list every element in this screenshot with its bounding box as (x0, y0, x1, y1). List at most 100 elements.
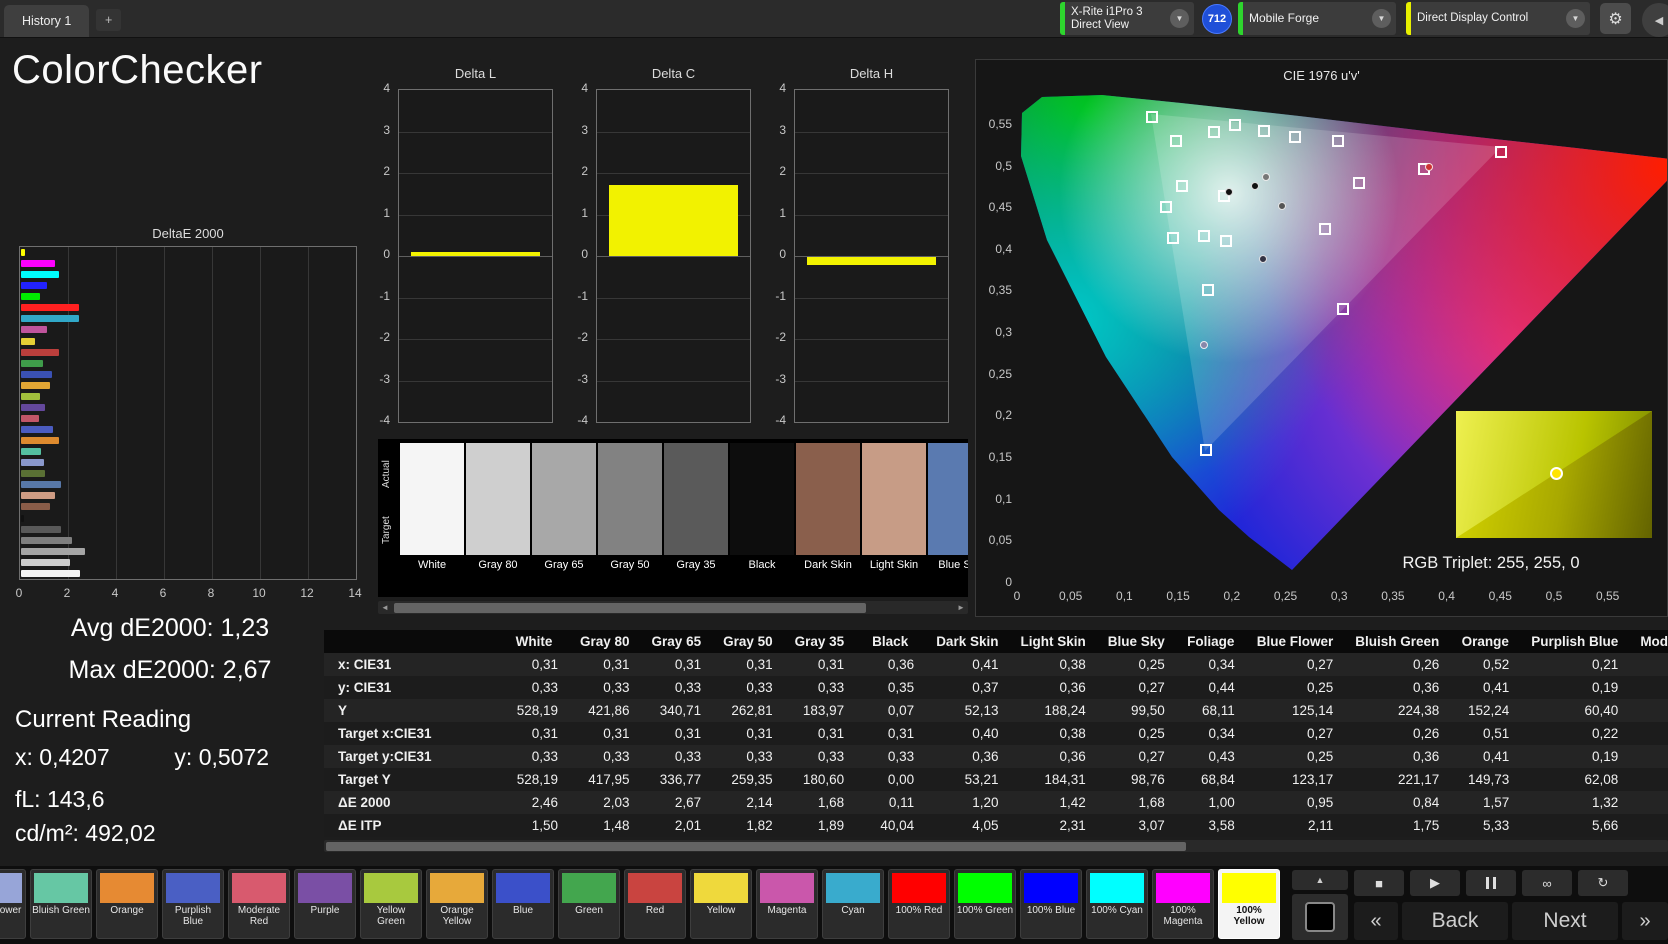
chevron-down-icon[interactable]: ▼ (1170, 9, 1189, 28)
patch-button[interactable]: 100% Blue (1020, 869, 1082, 939)
swatch-color (400, 443, 464, 555)
delta-h-title: Delta H (849, 66, 894, 81)
table-cell: 1,42 (1059, 795, 1086, 810)
current-cdm2: cd/m²: 492,02 (15, 820, 156, 846)
patch-button[interactable]: Yellow (690, 869, 752, 939)
table-cell: 528,19 (516, 703, 558, 718)
swatch-color (796, 443, 860, 555)
swatch-item: Dark Skin (796, 443, 860, 575)
chevron-down-icon[interactable]: ▼ (1372, 9, 1391, 28)
table-cell: 1,82 (746, 818, 773, 833)
table-cell: 3,07 (1138, 818, 1165, 833)
gridline (597, 256, 750, 257)
table-cell: 98,64 (1629, 768, 1668, 791)
patch-button[interactable]: Green (558, 869, 620, 939)
deltae-bar (21, 481, 62, 489)
table-cell: 0,25 (1138, 657, 1165, 672)
y-tick-label: 0,3 (995, 325, 1012, 340)
table-cell: 1,89 (817, 818, 845, 833)
deltae-bar (21, 558, 70, 566)
column-header: Bluish Green (1344, 630, 1451, 653)
delta-c-title: Delta C (651, 66, 696, 81)
y-tick-label: 0,35 (988, 283, 1012, 298)
settings-button[interactable]: ⚙ (1600, 3, 1631, 34)
workflow-dropdown[interactable]: Mobile Forge ▼ (1238, 2, 1396, 35)
patch-button[interactable]: 100% Red (888, 869, 950, 939)
patch-label: Red (645, 905, 665, 916)
chevron-down-icon[interactable]: ▼ (1566, 9, 1585, 28)
scrollbar-thumb[interactable] (326, 841, 1186, 851)
patch-button[interactable]: 100% Cyan (1086, 869, 1148, 939)
expand-patch-list-button[interactable]: ▲ (1292, 870, 1348, 890)
play-button[interactable]: ▶ (1410, 870, 1460, 896)
measurement-count-badge[interactable]: 712 (1202, 4, 1232, 34)
meter-dropdown[interactable]: X-Rite i1Pro 3 Direct View ▼ (1060, 2, 1194, 35)
table-cell: 5,66 (1592, 818, 1619, 833)
swatch-scrollbar[interactable]: ◄ ► (378, 601, 968, 614)
pause-button[interactable] (1466, 870, 1516, 896)
workflow-label: Mobile Forge (1249, 12, 1320, 25)
patch-color (1024, 873, 1078, 903)
y-tick-label: 0,25 (988, 366, 1012, 381)
patch-button[interactable]: Magenta (756, 869, 818, 939)
table-row: Target Y 528,19 417,95 336,77 259,35 180,60 0,… (324, 768, 1668, 791)
patch-button[interactable]: Bluish Green (30, 869, 92, 939)
table-cell: 0,41 (972, 657, 999, 672)
table-cell: 0,07 (887, 703, 915, 718)
table-cell: 0,27 (1306, 726, 1334, 741)
table-cell: 3,03 (1629, 814, 1668, 837)
display-control-dropdown[interactable]: Direct Display Control ▼ (1406, 2, 1590, 35)
patch-button[interactable]: Purple (294, 869, 356, 939)
patch-button[interactable]: 100% Magenta (1152, 869, 1214, 939)
scroll-right-icon[interactable]: ► (954, 601, 968, 614)
back-button[interactable]: Back (1402, 902, 1508, 940)
patch-button[interactable]: Orange Yellow (426, 869, 488, 939)
repeat-button[interactable]: ↻ (1578, 870, 1628, 896)
pattern-window-button[interactable] (1292, 894, 1348, 940)
deltae-bar (21, 514, 24, 522)
forward-button[interactable]: » (1622, 902, 1668, 940)
stop-button[interactable]: ■ (1354, 870, 1404, 896)
table-scrollbar[interactable] (324, 840, 1668, 852)
patch-button[interactable]: Purplish Blue (162, 869, 224, 939)
x-tick-label: 0,05 (1059, 589, 1083, 603)
table-row: ΔE ITP 1,50 1,48 2,01 1,82 1,89 40,04 4,05 2,31 3… (324, 814, 1668, 837)
gridline (399, 339, 552, 340)
patch-button[interactable]: Blue (492, 869, 554, 939)
patch-color (1222, 873, 1276, 903)
x-tick-label: 0,55 (1596, 589, 1620, 603)
x-tick-label: 0,5 (1545, 589, 1563, 603)
add-tab-button[interactable]: + (96, 9, 122, 31)
gridline (597, 173, 750, 174)
patch-button[interactable]: 100% Yellow (1218, 869, 1280, 939)
table-cell: 0,33 (887, 749, 915, 764)
scrollbar-thumb[interactable] (394, 602, 866, 613)
deltae-bar (21, 448, 42, 456)
row-label: Target Y (338, 772, 391, 787)
column-header: Foliage (1175, 630, 1246, 653)
table-cell: 2,14 (746, 795, 773, 810)
table-cell: 1,32 (1592, 795, 1619, 810)
patch-color (364, 873, 418, 903)
patch-button[interactable]: Blue Flower (0, 869, 26, 939)
patch-button[interactable]: Red (624, 869, 686, 939)
y-tick-label: 0 (383, 247, 390, 261)
infinity-button[interactable]: ∞ (1522, 870, 1572, 896)
scroll-left-icon[interactable]: ◄ (378, 601, 392, 614)
patch-color (100, 873, 154, 903)
column-header: Blue Sky (1096, 630, 1176, 653)
prev-button[interactable]: « (1354, 902, 1398, 940)
column-header: Black (855, 630, 926, 653)
y-tick-label: 0,1 (995, 491, 1012, 506)
collapse-panel-button[interactable]: ◀ (1642, 3, 1668, 37)
table-cell: 0,11 (888, 795, 915, 810)
table-cell: 152,24 (1468, 703, 1510, 718)
next-button[interactable]: Next (1512, 902, 1618, 940)
patch-button[interactable]: 100% Green (954, 869, 1016, 939)
patch-button[interactable]: Cyan (822, 869, 884, 939)
tab-history-1[interactable]: History 1 (4, 5, 90, 37)
top-bar: History 1 + X-Rite i1Pro 3 Direct View ▼… (0, 0, 1668, 38)
patch-button[interactable]: Orange (96, 869, 158, 939)
patch-button[interactable]: Moderate Red (228, 869, 290, 939)
patch-button[interactable]: Yellow Green (360, 869, 422, 939)
